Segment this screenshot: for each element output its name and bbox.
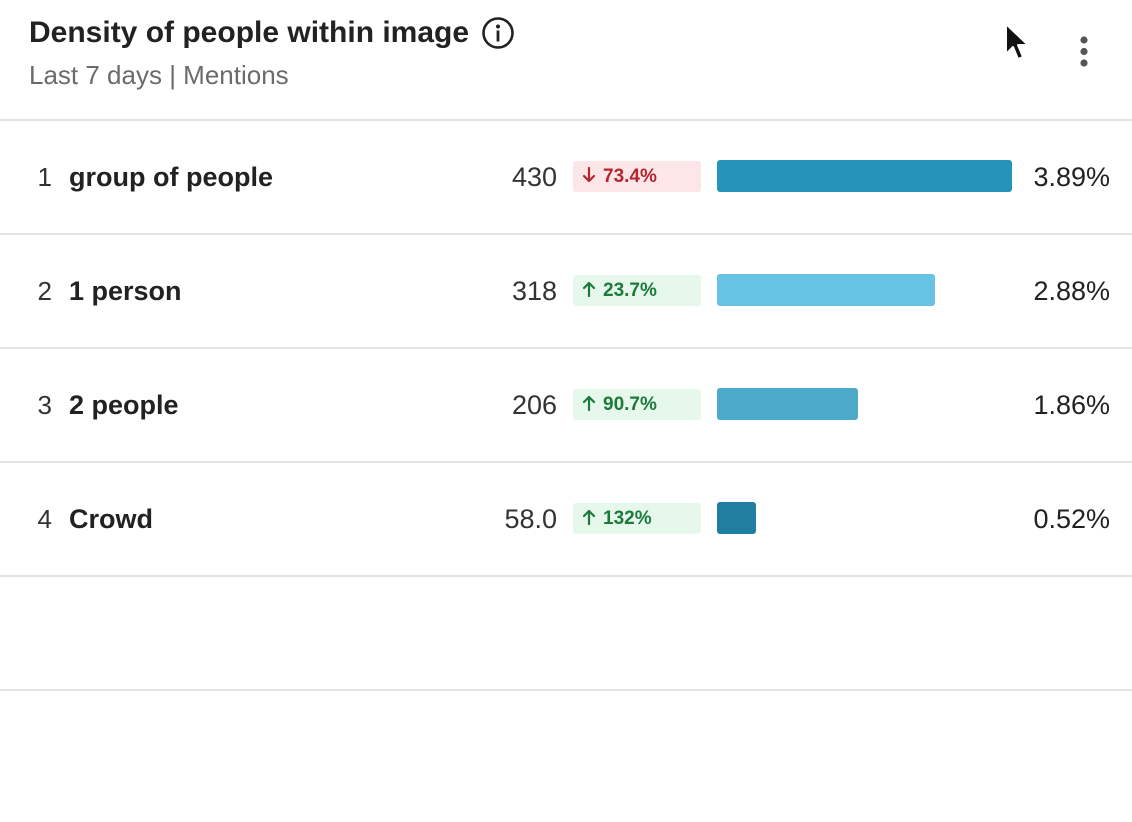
share-bar xyxy=(717,502,756,534)
share-percent: 2.88% xyxy=(1033,276,1110,306)
more-vertical-icon[interactable] xyxy=(1068,34,1100,70)
share-percent: 1.86% xyxy=(1033,390,1110,420)
ranking-list: 1 group of people 430 73.4% 3.89% 2 1 person 31… xyxy=(0,121,1132,691)
share-bar xyxy=(717,388,858,420)
share-bar xyxy=(717,160,1012,192)
share-bar-track xyxy=(717,160,1012,192)
list-item[interactable]: 4 Crowd 58.0 132% 0.52% xyxy=(0,463,1132,577)
share-bar-track xyxy=(717,388,1012,420)
title-row: Density of people within image xyxy=(29,16,515,50)
arrow-down-icon xyxy=(581,163,597,183)
change-badge: 132% xyxy=(573,503,701,534)
rank-number: 4 xyxy=(37,504,52,534)
mention-count: 58.0 xyxy=(504,504,557,534)
share-bar xyxy=(717,274,935,306)
share-bar-track xyxy=(717,502,1012,534)
change-badge: 73.4% xyxy=(573,161,701,192)
mention-count: 206 xyxy=(511,390,557,420)
change-value: 73.4% xyxy=(603,166,657,187)
widget-subtitle: Last 7 days | Mentions xyxy=(29,60,289,90)
arrow-up-icon xyxy=(581,391,597,412)
arrow-up-icon xyxy=(581,505,597,526)
widget-title: Density of people within image xyxy=(29,16,470,49)
share-percent: 3.89% xyxy=(1033,162,1110,192)
change-badge: 23.7% xyxy=(573,275,701,306)
item-label[interactable]: Crowd xyxy=(69,463,153,575)
mention-count: 430 xyxy=(511,162,557,192)
arrow-up-icon xyxy=(581,277,597,298)
info-icon[interactable] xyxy=(481,16,515,50)
item-label[interactable]: 1 person xyxy=(69,235,182,347)
change-value: 90.7% xyxy=(603,394,657,415)
rank-number: 1 xyxy=(37,162,52,192)
empty-row xyxy=(0,577,1132,691)
widget-header: Density of people within image Last 7 da… xyxy=(0,0,1132,121)
item-label[interactable]: group of people xyxy=(69,121,273,233)
rank-number: 3 xyxy=(37,390,52,420)
mouse-pointer-icon xyxy=(1004,22,1032,64)
change-value: 23.7% xyxy=(603,280,657,301)
density-widget: Density of people within image Last 7 da… xyxy=(0,0,1132,822)
change-badge: 90.7% xyxy=(573,389,701,420)
list-item[interactable]: 1 group of people 430 73.4% 3.89% xyxy=(0,121,1132,235)
list-item[interactable]: 3 2 people 206 90.7% 1.86% xyxy=(0,349,1132,463)
mention-count: 318 xyxy=(511,276,557,306)
share-bar-track xyxy=(717,274,1012,306)
item-label[interactable]: 2 people xyxy=(69,349,179,461)
list-item[interactable]: 2 1 person 318 23.7% 2.88% xyxy=(0,235,1132,349)
change-value: 132% xyxy=(603,508,652,529)
rank-number: 2 xyxy=(37,276,52,306)
share-percent: 0.52% xyxy=(1033,504,1110,534)
